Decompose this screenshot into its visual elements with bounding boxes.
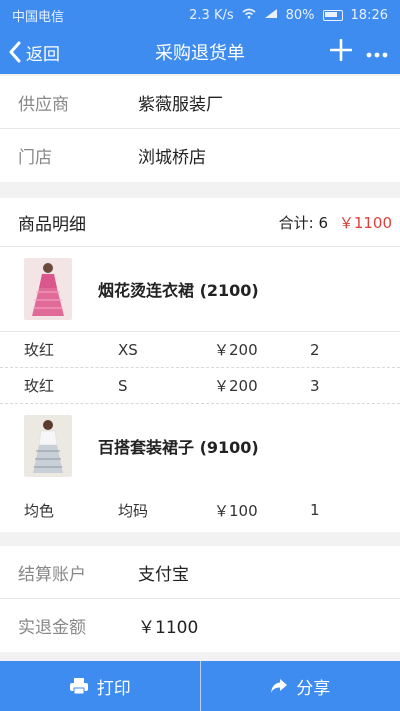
add-icon[interactable] xyxy=(329,38,353,65)
product-image xyxy=(24,415,72,477)
sku-row: 玫红 S ￥200 3 xyxy=(0,368,400,404)
sku-price: ￥200 xyxy=(214,341,258,359)
product-item[interactable]: 烟花烫连衣裙 (2100) xyxy=(0,247,400,332)
sku-row: 均色 均码 ￥100 1 xyxy=(0,488,400,532)
chevron-left-icon xyxy=(9,41,21,63)
sku-price: ￥200 xyxy=(214,377,258,395)
store-value: 浏城桥店 xyxy=(138,148,206,168)
share-icon xyxy=(271,679,288,693)
sku-color: 玫红 xyxy=(24,341,55,359)
refund-value: ￥1100 xyxy=(138,618,199,638)
account-label: 结算账户 xyxy=(18,564,86,585)
details-title: 商品明细 xyxy=(18,214,86,235)
print-button[interactable]: 打印 xyxy=(0,661,200,711)
refund-row: 实退金额 ￥1100 xyxy=(0,599,400,652)
supplier-row[interactable]: 供应商 紫薇服装厂 xyxy=(0,76,400,129)
sku-size: XS xyxy=(118,340,138,359)
store-label: 门店 xyxy=(18,148,52,168)
refund-label: 实退金额 xyxy=(18,618,86,638)
printer-icon xyxy=(69,678,88,695)
total-label: 合计: xyxy=(278,213,314,232)
sku-color: 均色 xyxy=(24,501,55,520)
share-label: 分享 xyxy=(296,678,331,699)
status-right: 2.3 K/s 80% 18:26 xyxy=(189,8,388,23)
info-card: 供应商 紫薇服装厂 门店 浏城桥店 xyxy=(0,76,400,182)
status-bar: 中国电信 2.3 K/s 80% 18:26 xyxy=(0,0,400,30)
sku-price: ￥100 xyxy=(214,501,258,520)
sku-qty: 3 xyxy=(310,376,320,395)
back-label: 返回 xyxy=(26,44,60,65)
back-button[interactable]: 返回 xyxy=(0,40,60,65)
account-value: 支付宝 xyxy=(138,564,189,585)
battery-icon xyxy=(322,9,343,21)
details-header: 商品明细 合计: 6 ￥1100 xyxy=(0,198,400,247)
total-qty: 6 xyxy=(318,213,329,232)
store-row[interactable]: 门店 浏城桥店 xyxy=(0,129,400,182)
supplier-value: 紫薇服装厂 xyxy=(138,94,223,115)
print-label: 打印 xyxy=(96,678,131,699)
sku-color: 玫红 xyxy=(24,377,55,395)
share-button[interactable]: 分享 xyxy=(201,661,400,711)
product-item[interactable]: 百搭套装裙子 (9100) xyxy=(0,404,400,488)
total-amount: ￥1100 xyxy=(338,213,392,232)
sku-size: 均码 xyxy=(118,501,149,520)
details-total: 合计: 6 ￥1100 xyxy=(279,212,392,233)
product-name: 百搭套装裙子 (9100) xyxy=(98,438,259,457)
sku-qty: 2 xyxy=(310,340,320,359)
supplier-label: 供应商 xyxy=(18,94,69,115)
more-icon[interactable] xyxy=(366,43,388,62)
nav-actions xyxy=(329,38,400,65)
wifi-icon xyxy=(242,8,256,23)
nav-bar: 返回 采购退货单 xyxy=(0,30,400,74)
sku-size: S xyxy=(118,376,128,395)
account-row[interactable]: 结算账户 支付宝 xyxy=(0,546,400,599)
details-card: 商品明细 合计: 6 ￥1100 烟花烫连衣裙 (2100) 玫红 XS ￥20… xyxy=(0,198,400,532)
divider xyxy=(199,661,201,711)
network-speed: 2.3 K/s xyxy=(189,7,234,23)
battery-percent: 80% xyxy=(285,7,315,23)
signal-icon xyxy=(264,8,278,23)
settlement-card: 结算账户 支付宝 实退金额 ￥1100 xyxy=(0,546,400,652)
product-image xyxy=(24,258,72,320)
carrier-text: 中国电信 xyxy=(12,9,65,25)
product-name: 烟花烫连衣裙 (2100) xyxy=(98,281,259,300)
sku-qty: 1 xyxy=(310,501,320,519)
clock-text: 18:26 xyxy=(350,7,388,23)
bottom-action-bar: 打印 分享 xyxy=(0,661,400,711)
sku-row: 玫红 XS ￥200 2 xyxy=(0,332,400,368)
